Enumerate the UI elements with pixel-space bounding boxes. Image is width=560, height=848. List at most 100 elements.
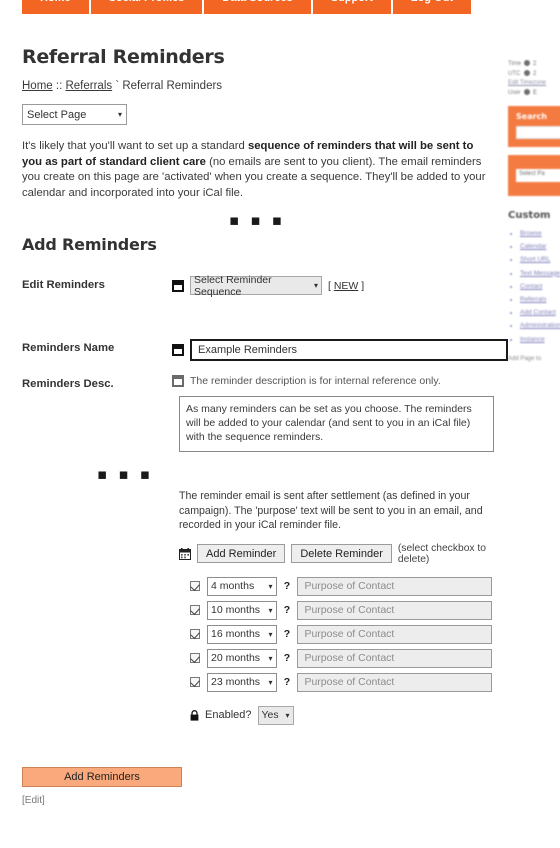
sidebar-page-select[interactable]: Select Pa bbox=[516, 169, 560, 182]
breadcrumb-referrals[interactable]: Referrals bbox=[65, 80, 112, 92]
sidebar-link-label: Calendar bbox=[520, 243, 547, 251]
purpose-of-contact-input[interactable]: Purpose of Contact bbox=[297, 600, 492, 620]
reminder-month-dropdown[interactable]: 23 months ▾ bbox=[207, 672, 277, 692]
purpose-of-contact-input[interactable]: Purpose of Contact bbox=[297, 624, 492, 644]
nav-item-support[interactable]: Support bbox=[312, 0, 391, 14]
reminder-email-note: The reminder email is sent after settlem… bbox=[179, 490, 483, 531]
nav-item-social-profiles[interactable]: Social Profiles bbox=[90, 0, 203, 14]
sidebar-link-item[interactable]: Calendar bbox=[520, 240, 560, 253]
enabled-value: Yes bbox=[261, 709, 279, 721]
reminders-desc-textarea[interactable] bbox=[179, 396, 494, 452]
reminder-month-dropdown[interactable]: 4 months ▾ bbox=[207, 576, 277, 596]
sidebar-meta-time: Time 2 bbox=[508, 60, 560, 70]
sidebar-search-title: Search bbox=[516, 112, 547, 121]
reminder-month-dropdown[interactable]: 16 months ▾ bbox=[207, 624, 277, 644]
add-reminder-button[interactable]: Add Reminder bbox=[197, 544, 286, 563]
chevron-down-icon: ▾ bbox=[268, 581, 273, 591]
sidebar-meta-value: 2 bbox=[533, 70, 537, 77]
reminder-action-buttons: Add Reminder Delete Reminder (select che… bbox=[179, 543, 492, 565]
reminder-row: 4 months ▾ ? Purpose of Contact bbox=[190, 576, 492, 596]
help-icon[interactable]: ? bbox=[284, 604, 291, 616]
sidebar-link-item[interactable]: Short URL bbox=[520, 253, 560, 266]
sidebar-meta-value: 2 bbox=[533, 61, 537, 67]
help-icon[interactable]: ? bbox=[284, 652, 291, 664]
reminder-row-checkbox[interactable] bbox=[190, 653, 200, 663]
sidebar-search-input[interactable] bbox=[516, 126, 560, 139]
reminder-email-note-wrap: The reminder email is sent after settlem… bbox=[179, 489, 492, 565]
help-icon[interactable]: ? bbox=[284, 628, 291, 640]
sidebar-meta-label: Time bbox=[508, 61, 522, 67]
lock-icon bbox=[190, 709, 199, 721]
reminder-row: 16 months ▾ ? Purpose of Contact bbox=[190, 624, 492, 644]
breadcrumb-current: Referral Reminders bbox=[122, 80, 223, 92]
delete-reminder-button[interactable]: Delete Reminder bbox=[291, 544, 392, 563]
user-icon bbox=[524, 88, 530, 95]
sidebar-select-box: Select Pa bbox=[508, 155, 560, 196]
new-sequence-link[interactable]: [ NEW ] bbox=[328, 280, 364, 292]
intro-text-1: It's likely that you'll want to set up a… bbox=[22, 140, 248, 152]
sidebar-link-item[interactable]: Administration bbox=[520, 319, 560, 332]
reminders-name-input[interactable] bbox=[190, 339, 508, 361]
form-row-edit-reminders: Edit Reminders Select Reminder Sequence … bbox=[22, 273, 492, 298]
reminder-sequence-dropdown[interactable]: Select Reminder Sequence ▾ bbox=[190, 273, 322, 298]
sidebar-search-box: Search bbox=[508, 106, 560, 147]
breadcrumb-separator-1: :: bbox=[52, 80, 66, 92]
purpose-of-contact-input[interactable]: Purpose of Contact bbox=[297, 672, 492, 692]
window-icon bbox=[172, 279, 184, 292]
label-reminders-name: Reminders Name bbox=[22, 342, 115, 354]
reminder-row: 10 months ▾ ? Purpose of Contact bbox=[190, 600, 492, 620]
section-title-add-reminders: Add Reminders bbox=[22, 235, 157, 254]
sidebar-links-list: Browse Calendar Short URL Text Message C… bbox=[508, 227, 560, 346]
sidebar-footer-link[interactable]: Add Page to bbox=[508, 356, 560, 362]
help-icon[interactable]: ? bbox=[284, 676, 291, 688]
sidebar-link-item[interactable]: Text Message bbox=[520, 267, 560, 280]
reminder-row-checkbox[interactable] bbox=[190, 677, 200, 687]
edit-timezone-link[interactable]: Edit Timezone bbox=[508, 80, 546, 86]
sidebar-link-item[interactable]: Referrals bbox=[520, 293, 560, 306]
window-icon bbox=[172, 344, 184, 356]
enabled-label: Enabled? bbox=[205, 709, 252, 721]
sidebar-meta-timezone[interactable]: Edit Timezone bbox=[508, 79, 560, 89]
chevron-down-icon: ▾ bbox=[268, 605, 273, 615]
chevron-down-icon: ▾ bbox=[268, 629, 273, 639]
reminder-month-value: 20 months bbox=[211, 652, 261, 664]
nav-item-log-out[interactable]: Log Out bbox=[392, 0, 472, 14]
main-content: Referral Reminders Home :: Referrals ` R… bbox=[22, 46, 508, 806]
select-page-dropdown[interactable]: Select Page ▾ bbox=[22, 104, 127, 125]
sidebar-meta-value: E bbox=[533, 89, 538, 96]
add-reminders-submit-button[interactable]: Add Reminders bbox=[22, 766, 182, 787]
reminder-row: 20 months ▾ ? Purpose of Contact bbox=[190, 648, 492, 668]
globe-icon bbox=[524, 69, 530, 76]
sidebar-link-item[interactable]: Instance bbox=[520, 333, 560, 346]
sidebar-link-label: Browse bbox=[520, 230, 542, 237]
sidebar-custom-heading: Custom bbox=[508, 210, 551, 221]
label-edit-reminders: Edit Reminders bbox=[22, 279, 105, 291]
sidebar-link-item[interactable]: Browse bbox=[520, 227, 560, 240]
breadcrumb-home[interactable]: Home bbox=[22, 80, 53, 92]
reminder-row-checkbox[interactable] bbox=[190, 605, 200, 615]
reminder-month-value: 23 months bbox=[211, 676, 261, 688]
sidebar-link-label: Add Contact bbox=[520, 309, 556, 317]
enabled-dropdown[interactable]: Yes ▾ bbox=[257, 705, 294, 725]
reminder-month-dropdown[interactable]: 10 months ▾ bbox=[207, 600, 277, 620]
edit-link[interactable]: [Edit] bbox=[22, 795, 492, 806]
top-navigation: Home Social Profiles Data Sources Suppor… bbox=[22, 0, 472, 14]
reminder-month-dropdown[interactable]: 20 months ▾ bbox=[207, 648, 277, 668]
reminder-sequence-value: Select Reminder Sequence bbox=[194, 273, 272, 298]
chevron-down-icon: ▾ bbox=[268, 653, 273, 663]
sidebar-link-item[interactable]: Add Contact bbox=[520, 306, 560, 319]
sidebar-meta-user: User E bbox=[508, 88, 560, 99]
nav-item-home[interactable]: Home bbox=[22, 0, 89, 14]
breadcrumb-separator-2: ` bbox=[112, 80, 123, 92]
help-icon[interactable]: ? bbox=[284, 580, 291, 592]
new-link-label: NEW bbox=[333, 279, 359, 292]
reminder-row: 23 months ▾ ? Purpose of Contact bbox=[190, 672, 492, 692]
purpose-of-contact-input[interactable]: Purpose of Contact bbox=[297, 648, 492, 668]
reminder-row-checkbox[interactable] bbox=[190, 581, 200, 591]
sidebar-link-item[interactable]: Contact bbox=[520, 280, 560, 293]
label-reminders-desc: Reminders Desc. bbox=[22, 378, 114, 390]
nav-item-data-sources[interactable]: Data Sources bbox=[204, 0, 311, 14]
reminder-row-checkbox[interactable] bbox=[190, 629, 200, 639]
reminders-desc-textarea-wrap bbox=[179, 396, 494, 455]
purpose-of-contact-input[interactable]: Purpose of Contact bbox=[297, 576, 492, 596]
